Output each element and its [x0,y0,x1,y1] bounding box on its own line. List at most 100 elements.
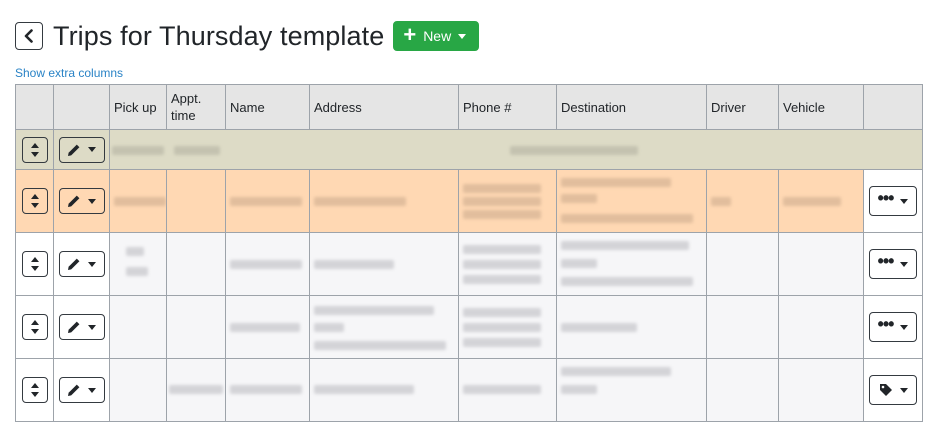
vehicle-cell [778,358,864,422]
edit-cell [53,129,110,170]
vehicle-cell [778,232,864,296]
group-summary-cell [109,129,923,170]
address-cell [309,169,459,233]
page-title: Trips for Thursday template [53,20,385,51]
name-cell [225,232,310,296]
table-row[interactable] [15,358,923,422]
ellipsis-icon: ••• [877,188,895,208]
drag-cell [15,232,54,296]
more-actions-button[interactable]: ••• [869,249,917,279]
column-header-name: Name [225,84,310,130]
column-header-driver: Driver [706,84,779,130]
destination-cell [556,358,707,422]
more-actions-button[interactable]: ••• [869,186,917,216]
sort-arrows-icon [30,194,39,208]
caret-down-icon [88,147,96,152]
table-row[interactable]: ••• [15,295,923,359]
name-cell [225,295,310,359]
edit-cell [53,295,110,359]
table-row[interactable]: ••• [15,169,923,233]
caret-down-icon [900,198,909,204]
column-header-edit [53,84,110,130]
caret-down-icon [458,33,467,39]
column-header-appt-time: Appt. time [166,84,226,130]
column-header-drag [15,84,54,130]
pick-up-cell [109,169,167,233]
chevron-left-icon [24,29,33,43]
table-row-group [15,129,923,170]
ellipsis-icon: ••• [877,251,895,271]
drag-handle-button[interactable] [21,136,48,163]
actions-cell: ••• [863,169,923,233]
trips-table: Pick up Appt. time Name Address Phone # … [15,84,923,422]
driver-cell [706,358,779,422]
edit-cell [53,169,110,233]
appt-time-cell [166,169,226,233]
address-cell [309,232,459,296]
show-extra-columns-link[interactable]: Show extra columns [15,66,123,80]
drag-cell [15,129,54,170]
sort-arrows-icon [30,320,39,334]
edit-dropdown-button[interactable] [58,136,105,163]
phone-cell [458,358,557,422]
destination-cell [556,169,707,233]
table-row[interactable]: ••• [15,232,923,296]
edit-dropdown-button[interactable] [58,377,105,403]
edit-dropdown-button[interactable] [58,188,105,214]
caret-down-icon [899,387,908,393]
driver-cell [706,295,779,359]
caret-down-icon [900,261,909,267]
more-actions-button[interactable]: ••• [869,312,917,342]
caret-down-icon [88,387,96,393]
destination-cell [556,295,707,359]
vehicle-cell [778,295,864,359]
drag-handle-button[interactable] [21,188,48,214]
drag-cell [15,295,54,359]
caret-down-icon [88,261,96,267]
edit-dropdown-button[interactable] [58,314,105,340]
phone-cell [458,295,557,359]
pick-up-cell [109,358,167,422]
column-header-vehicle: Vehicle [778,84,864,130]
drag-handle-button[interactable] [21,377,48,403]
actions-cell [863,358,923,422]
destination-cell [556,232,707,296]
appt-time-cell [166,295,226,359]
column-header-address: Address [309,84,459,130]
name-cell [225,169,310,233]
appt-time-cell [166,358,226,422]
pencil-icon [68,144,80,156]
table-header-row: Pick up Appt. time Name Address Phone # … [15,84,923,130]
tag-icon [879,384,892,396]
drag-cell [15,358,54,422]
appt-time-cell [166,232,226,296]
pencil-icon [68,258,80,270]
edit-dropdown-button[interactable] [58,251,105,277]
drag-cell [15,169,54,233]
vehicle-cell [778,169,864,233]
drag-handle-button[interactable] [21,314,48,340]
column-header-phone: Phone # [458,84,557,130]
column-header-destination: Destination [556,84,707,130]
back-button[interactable] [15,22,43,50]
column-header-pick-up: Pick up [109,84,167,130]
ellipsis-icon: ••• [877,314,895,334]
caret-down-icon [88,324,96,330]
pencil-icon [68,195,80,207]
phone-cell [458,169,557,233]
edit-cell [53,358,110,422]
drag-handle-button[interactable] [21,251,48,277]
plus-icon: + [403,22,417,47]
name-cell [225,358,310,422]
caret-down-icon [88,198,96,204]
new-trip-dropdown-button[interactable]: + New [393,21,480,51]
edit-cell [53,232,110,296]
pick-up-cell [109,295,167,359]
actions-cell: ••• [863,232,923,296]
caret-down-icon [900,324,909,330]
sort-arrows-icon [30,383,39,397]
new-button-label: New [423,28,452,44]
driver-cell [706,232,779,296]
pick-up-cell [109,232,167,296]
tag-actions-button[interactable] [869,375,917,405]
